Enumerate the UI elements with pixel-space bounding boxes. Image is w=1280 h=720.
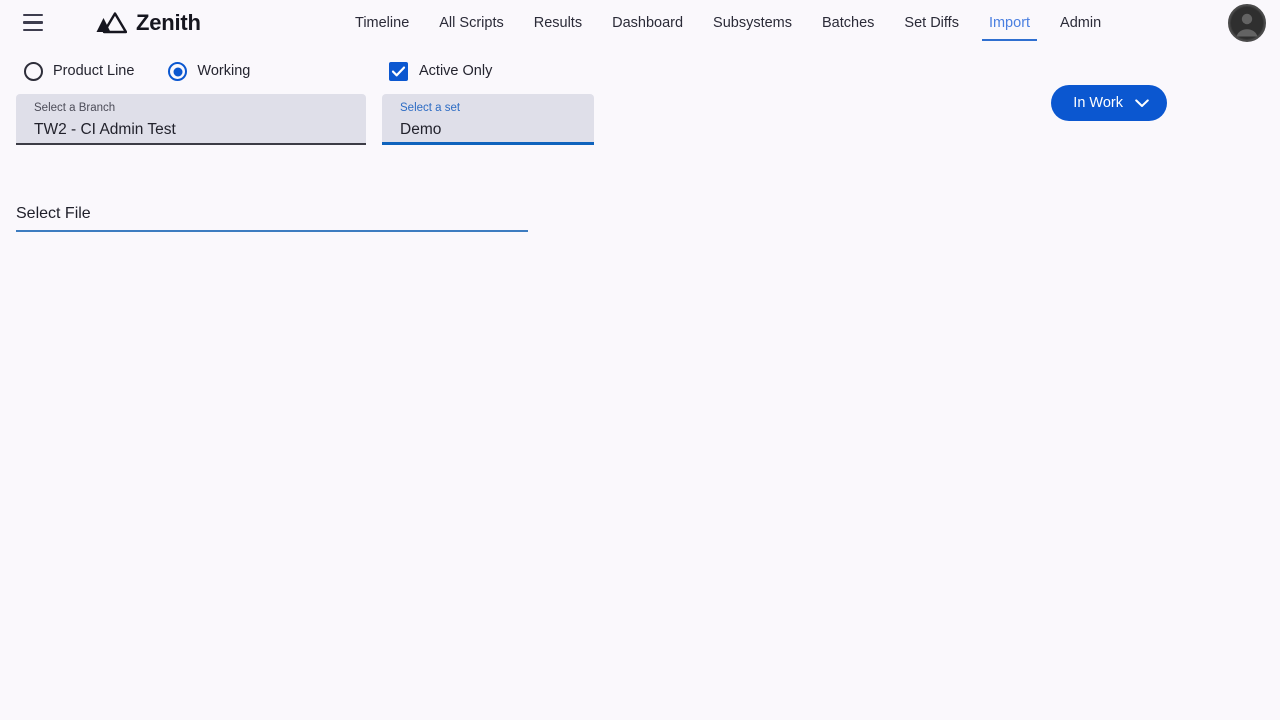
checkbox-active-only-label: Active Only xyxy=(419,63,493,80)
select-file-label: Select File xyxy=(16,205,91,222)
main-navigation: Timeline All Scripts Results Dashboard S… xyxy=(340,0,1116,45)
in-work-dropdown-button[interactable]: In Work xyxy=(1051,85,1167,121)
nav-item-timeline[interactable]: Timeline xyxy=(340,4,424,42)
chevron-down-icon xyxy=(1135,98,1149,108)
hamburger-menu-icon[interactable] xyxy=(16,6,50,40)
hamburger-line xyxy=(23,21,43,24)
radio-unchecked-icon xyxy=(24,62,43,81)
checkbox-active-only[interactable]: Active Only xyxy=(389,62,492,81)
set-select-label: Select a set xyxy=(400,102,461,114)
hamburger-line xyxy=(23,28,43,32)
user-avatar-icon[interactable] xyxy=(1228,4,1266,42)
scope-radio-group: Product Line Working xyxy=(24,62,268,81)
app-title: Zenith xyxy=(136,9,201,35)
nav-item-subsystems[interactable]: Subsystems xyxy=(698,4,807,42)
hamburger-line xyxy=(23,13,43,17)
nav-item-dashboard[interactable]: Dashboard xyxy=(597,4,698,42)
radio-product-line-label: Product Line xyxy=(53,63,135,80)
nav-item-set-diffs[interactable]: Set Diffs xyxy=(889,4,974,42)
nav-item-results[interactable]: Results xyxy=(519,4,597,42)
radio-product-line[interactable]: Product Line xyxy=(24,62,152,81)
brand-logo-link[interactable]: Zenith xyxy=(95,9,201,35)
branch-select[interactable]: Select a Branch TW2 - CI Admin Test xyxy=(16,94,366,145)
branch-select-value: TW2 - CI Admin Test xyxy=(34,120,176,138)
nav-item-import[interactable]: Import xyxy=(974,4,1045,42)
radio-checked-icon xyxy=(168,62,188,81)
app-header: Zenith Timeline All Scripts Results Dash… xyxy=(0,0,1280,45)
branch-select-label: Select a Branch xyxy=(34,102,116,114)
checkmark-icon xyxy=(389,62,408,81)
nav-item-all-scripts[interactable]: All Scripts xyxy=(424,4,518,42)
radio-working-label: Working xyxy=(197,63,251,80)
nav-item-admin[interactable]: Admin xyxy=(1045,4,1116,42)
radio-working[interactable]: Working xyxy=(168,62,268,81)
set-select[interactable]: Select a set Demo xyxy=(382,94,594,145)
in-work-button-label: In Work xyxy=(1073,94,1123,111)
mountain-logo-icon xyxy=(95,11,127,34)
set-select-value: Demo xyxy=(400,120,442,138)
select-file-input[interactable]: Select File xyxy=(16,192,528,232)
nav-item-batches[interactable]: Batches xyxy=(807,4,889,42)
